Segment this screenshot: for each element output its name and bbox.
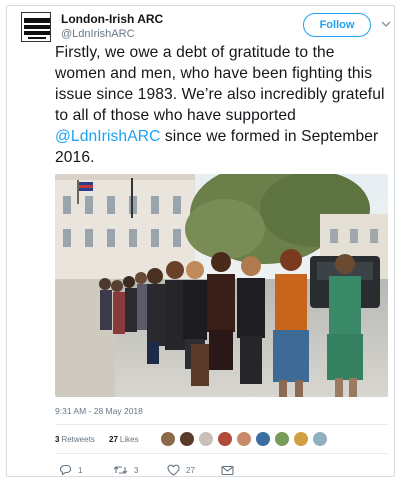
message-button[interactable] <box>221 462 234 478</box>
like-count: 27 <box>186 465 195 475</box>
retweet-button[interactable]: 3 <box>113 462 138 478</box>
account-name[interactable]: London-Irish ARC <box>61 12 163 26</box>
tweet-card: London-Irish ARC @LdnIrishARC Follow Fir… <box>6 5 395 477</box>
likes-count: 27 <box>109 435 118 444</box>
account-handle[interactable]: @LdnIrishARC <box>61 28 135 40</box>
reply-button[interactable]: 1 <box>59 462 82 478</box>
mention-link[interactable]: @LdnIrishARC <box>55 128 160 145</box>
liker-avatar[interactable] <box>312 431 328 447</box>
avatar[interactable] <box>21 12 51 42</box>
liker-avatar[interactable] <box>236 431 252 447</box>
heart-icon <box>167 464 180 476</box>
like-button[interactable]: 27 <box>167 462 195 478</box>
tweet-photo[interactable] <box>55 174 388 397</box>
liker-avatar[interactable] <box>217 431 233 447</box>
divider <box>55 424 388 425</box>
retweets-count: 3 <box>55 435 60 444</box>
reply-count: 1 <box>78 465 83 475</box>
tweet-text-part: Firstly, we owe a debt of gratitude to t… <box>55 44 385 124</box>
likes-label: Likes <box>119 435 139 444</box>
tweet-stats: 3 Retweets 27 Likes <box>55 431 388 451</box>
tweet-actions: 1 3 27 <box>55 462 388 478</box>
liker-avatar[interactable] <box>274 431 290 447</box>
retweets-label: Retweets <box>61 435 95 444</box>
liker-avatar[interactable] <box>255 431 271 447</box>
retweets-stat[interactable]: 3 Retweets <box>55 435 95 444</box>
liker-avatar[interactable] <box>293 431 309 447</box>
liker-avatar[interactable] <box>179 431 195 447</box>
retweet-icon <box>113 466 128 474</box>
follow-button[interactable]: Follow <box>303 13 371 37</box>
likes-stat[interactable]: 27 Likes <box>109 435 139 444</box>
chevron-down-icon[interactable] <box>380 18 392 30</box>
reply-icon <box>59 464 72 476</box>
envelope-icon <box>221 465 234 475</box>
divider <box>55 453 388 454</box>
liker-avatar[interactable] <box>160 431 176 447</box>
arc-logo-icon <box>22 13 50 41</box>
tweet-timestamp[interactable]: 9:31 AM - 28 May 2018 <box>55 406 143 416</box>
liker-avatar[interactable] <box>198 431 214 447</box>
tweet-text: Firstly, we owe a debt of gratitude to t… <box>55 42 385 168</box>
retweet-count: 3 <box>134 465 139 475</box>
